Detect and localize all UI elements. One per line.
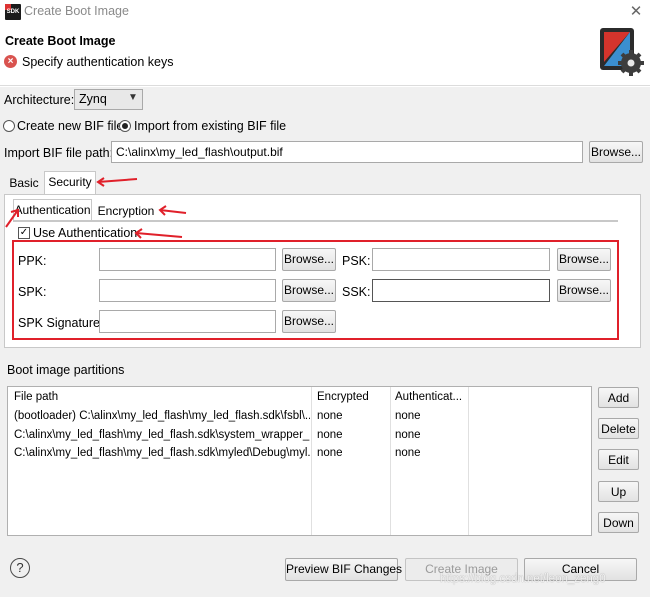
architecture-select[interactable]: Zynq ▼	[74, 89, 143, 110]
help-icon[interactable]: ?	[10, 558, 30, 578]
row-filepath: C:\alinx\my_led_flash\my_led_flash.sdk\m…	[14, 447, 310, 459]
ppk-label: PPK:	[18, 254, 47, 268]
arrow-use-authentication	[134, 228, 183, 239]
partitions-label: Boot image partitions	[7, 363, 125, 377]
row-authentication: none	[395, 447, 421, 459]
status-message: Specify authentication keys	[22, 55, 174, 69]
psk-input[interactable]	[372, 248, 550, 271]
wizard-banner-icon	[598, 26, 646, 76]
row-encrypted: none	[317, 429, 343, 441]
architecture-label: Architecture:	[4, 93, 75, 107]
spk-signature-browse-button[interactable]: Browse...	[282, 310, 336, 333]
row-encrypted: none	[317, 410, 343, 422]
import-path-input[interactable]: C:\alinx\my_led_flash\output.bif	[111, 141, 583, 163]
row-authentication: none	[395, 429, 421, 441]
window-title: Create Boot Image	[24, 4, 129, 18]
table-row[interactable]: C:\alinx\my_led_flash\my_led_flash.sdk\m…	[8, 444, 591, 462]
spk-input[interactable]	[99, 279, 276, 302]
chevron-down-icon: ▼	[128, 92, 138, 103]
watermark: https://blog.csdn.net/leon_zeng0	[440, 573, 606, 585]
psk-browse-button[interactable]: Browse...	[557, 248, 611, 271]
page-title: Create Boot Image	[5, 34, 116, 48]
delete-button[interactable]: Delete	[598, 418, 639, 439]
row-encrypted: none	[317, 447, 343, 459]
annotation-arrows	[5, 177, 187, 239]
spk-label: SPK:	[18, 285, 47, 299]
table-row[interactable]: (bootloader) C:\alinx\my_led_flash\my_le…	[8, 407, 591, 425]
arrow-encryption	[158, 205, 187, 216]
spk-signature-input[interactable]	[99, 310, 276, 333]
table-row[interactable]: C:\alinx\my_led_flash\my_led_flash.sdk\s…	[8, 426, 591, 444]
row-filepath: C:\alinx\my_led_flash\my_led_flash.sdk\s…	[14, 429, 310, 441]
psk-label: PSK:	[342, 254, 371, 268]
arrow-security	[96, 177, 138, 187]
up-button[interactable]: Up	[598, 481, 639, 502]
import-path-label: Import BIF file path:	[4, 146, 114, 160]
error-icon: ×	[4, 55, 17, 68]
create-bif-label: Create new BIF file	[17, 119, 124, 133]
spk-browse-button[interactable]: Browse...	[282, 279, 336, 302]
add-button[interactable]: Add	[598, 387, 639, 408]
create-bif-radio[interactable]	[3, 120, 15, 132]
sdk-app-icon: SDK	[5, 4, 21, 20]
column-header-encrypted[interactable]: Encrypted	[317, 388, 387, 406]
ppk-input[interactable]	[99, 248, 276, 271]
column-header-authentication[interactable]: Authenticat...	[395, 388, 467, 406]
preview-bif-button[interactable]: Preview BIF Changes	[285, 558, 402, 581]
architecture-value: Zynq	[79, 92, 107, 106]
edit-button[interactable]: Edit	[598, 449, 639, 470]
spk-signature-label: SPK Signature:	[18, 316, 104, 330]
import-bif-label: Import from existing BIF file	[134, 119, 287, 133]
ssk-label: SSK:	[342, 285, 371, 299]
ssk-input[interactable]	[372, 279, 550, 302]
ppk-browse-button[interactable]: Browse...	[282, 248, 336, 271]
close-icon[interactable]: ✕	[626, 2, 646, 20]
row-authentication: none	[395, 410, 421, 422]
row-filepath: (bootloader) C:\alinx\my_led_flash\my_le…	[14, 410, 310, 422]
import-browse-button[interactable]: Browse...	[589, 141, 643, 163]
import-bif-radio[interactable]	[119, 120, 131, 132]
arrow-authentication-tab	[5, 208, 19, 228]
ssk-browse-button[interactable]: Browse...	[557, 279, 611, 302]
down-button[interactable]: Down	[598, 512, 639, 533]
column-header-filepath[interactable]: File path	[14, 388, 304, 406]
